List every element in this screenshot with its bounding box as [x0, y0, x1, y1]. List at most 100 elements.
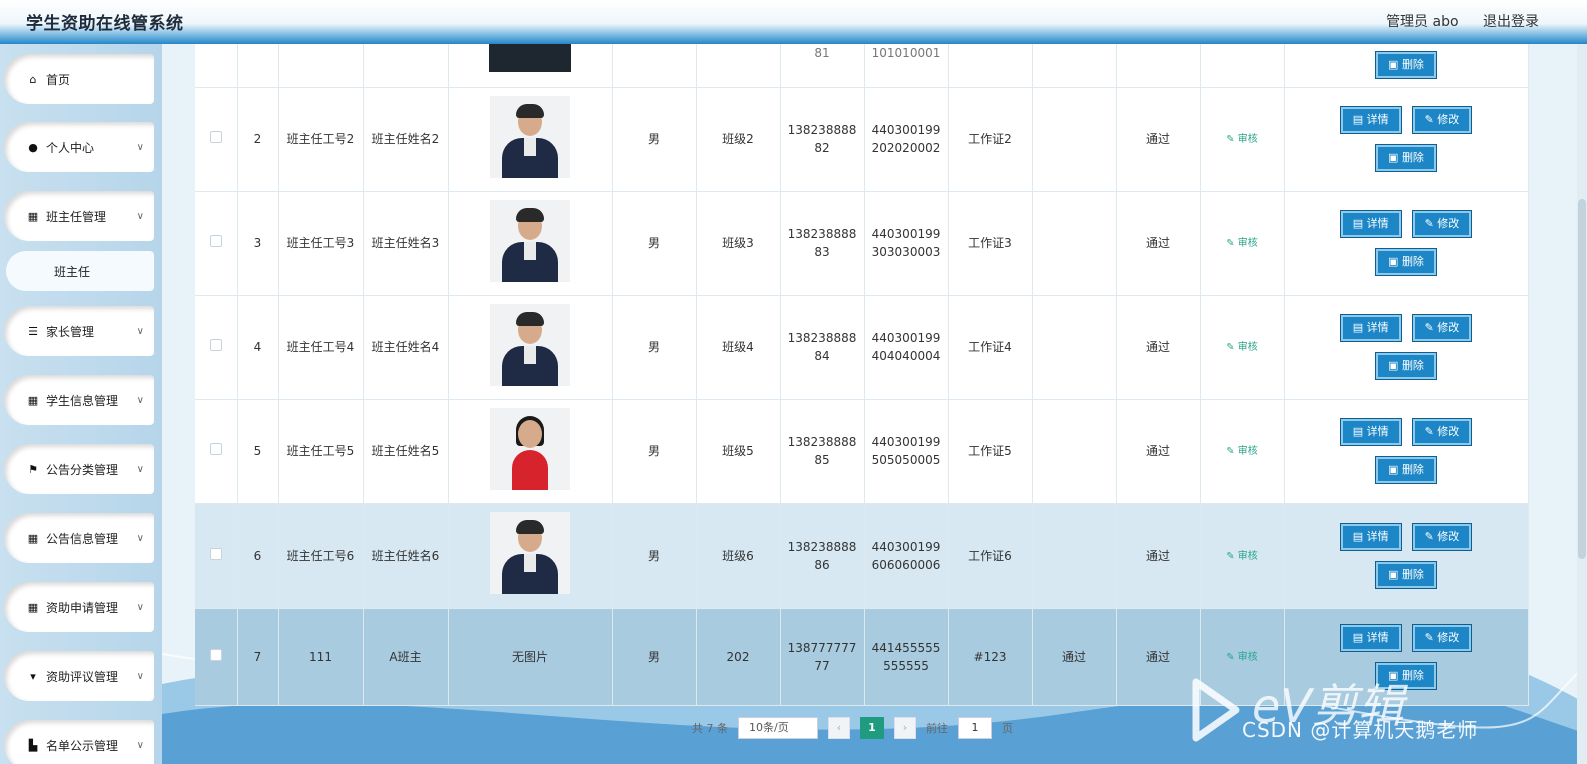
row-checkbox[interactable]: [209, 235, 222, 247]
row-checkbox[interactable]: [209, 339, 222, 351]
cert-cell: 工作证4: [948, 295, 1033, 400]
delete-button[interactable]: ▣ 删除: [1375, 352, 1437, 380]
gender-cell: 男: [612, 87, 697, 192]
sidebar-item-label: 班主任管理: [46, 209, 107, 224]
grid-icon: ▦: [27, 209, 39, 223]
phone-cell: 138777777 77: [780, 608, 865, 706]
table-row: 5 班主任工号5 班主任姓名5 男 班级5 138238888 85 440300…: [195, 399, 1529, 504]
status-cell: [1032, 399, 1117, 504]
sidebar-item-label: 学生信息管理: [46, 393, 119, 408]
status-cell: [1032, 191, 1117, 296]
status-cell: [1032, 295, 1117, 400]
class-cell: 班级6: [696, 503, 781, 609]
cert-cell: 工作证3: [948, 191, 1033, 296]
page-number-current[interactable]: 1: [860, 717, 884, 739]
row-checkbox[interactable]: [209, 443, 222, 455]
sidebar-item-notice-category[interactable]: ⚑ 公告分类管理 ∨: [4, 444, 154, 494]
audit-link[interactable]: ✎ 审核: [1226, 134, 1258, 145]
teacher-no-cell: 111: [278, 608, 364, 706]
class-cell: 班级3: [696, 191, 781, 296]
main-content: 81 101010001 ▣ 删除 2 班主任工号2 班主任姓名2 男 班级2 …: [162, 44, 1587, 764]
row-checkbox[interactable]: [209, 131, 222, 143]
id-cell: 440300199 202020002: [864, 87, 949, 192]
delete-button[interactable]: ▣ 删除: [1375, 560, 1437, 589]
sidebar-item-label: 首页: [46, 72, 71, 87]
audit-link[interactable]: ✎ 审核: [1226, 446, 1258, 457]
detail-button[interactable]: ▤ 详情: [1339, 623, 1402, 652]
table-row: 2 班主任工号2 班主任姓名2 男 班级2 138238888 82 440300…: [195, 87, 1529, 192]
sidebar-item-label: 个人中心: [46, 140, 95, 155]
sidebar-item-student-mgmt[interactable]: ▦ 学生信息管理 ∨: [4, 375, 154, 425]
sidebar-item-aid-application[interactable]: ▦ 资助申请管理 ∨: [4, 582, 154, 632]
sidebar-item-profile[interactable]: ● 个人中心 ∨: [4, 122, 154, 172]
grid-icon: ▦: [27, 600, 39, 614]
sidebar-item-publicity[interactable]: ▙ 名单公示管理 ∨: [4, 720, 154, 764]
sidebar-item-teacher-mgmt[interactable]: ▦ 班主任管理 ∨: [4, 191, 154, 241]
sidebar-item-notice-info[interactable]: ▦ 公告信息管理 ∨: [4, 513, 154, 563]
row-index: 6: [237, 503, 279, 609]
chevron-down-icon: ∨: [136, 141, 144, 153]
chevron-left-icon: ‹: [836, 721, 842, 734]
goto-page-input[interactable]: 1: [958, 717, 992, 739]
id-cell: 441455555 555555: [864, 608, 949, 706]
next-page-button[interactable]: ›: [894, 717, 916, 739]
audit-link[interactable]: ✎ 审核: [1226, 238, 1258, 249]
teacher-table: 81 101010001 ▣ 删除 2 班主任工号2 班主任姓名2 男 班级2 …: [195, 44, 1529, 706]
document-icon: ▤: [1352, 321, 1367, 334]
page-size-select[interactable]: 10条/页: [738, 717, 818, 739]
phone-cell: 81: [780, 44, 865, 88]
chevron-right-icon: ›: [902, 721, 908, 734]
delete-button[interactable]: ▣ 删除: [1375, 144, 1437, 172]
teacher-name-cell: 班主任姓名2: [363, 87, 449, 192]
sidebar-item-aid-review[interactable]: ▾ 资助评议管理 ∨: [4, 651, 154, 701]
edit-icon: ✎: [1424, 321, 1438, 334]
teacher-name-cell: A班主: [363, 608, 449, 706]
edit-button[interactable]: ✎ 修改: [1411, 314, 1473, 342]
detail-button[interactable]: ▤ 详情: [1339, 314, 1402, 342]
edit-icon: ✎: [1226, 446, 1238, 457]
delete-button[interactable]: ▣ 删除: [1375, 456, 1437, 484]
row-checkbox[interactable]: [209, 648, 222, 661]
avatar: [490, 407, 570, 490]
sidebar-subitem-teacher[interactable]: 班主任: [6, 251, 154, 291]
row-checkbox[interactable]: [209, 547, 222, 560]
teacher-no-cell: 班主任工号4: [278, 295, 364, 400]
edit-icon: ✎: [1424, 630, 1438, 644]
prev-page-button[interactable]: ‹: [828, 717, 850, 739]
detail-button[interactable]: ▤ 详情: [1339, 418, 1402, 446]
edit-icon: ✎: [1226, 550, 1238, 562]
id-cell: 440300199 505050005: [864, 399, 949, 504]
edit-button[interactable]: ✎ 修改: [1411, 522, 1473, 551]
document-icon: ▤: [1352, 217, 1367, 230]
delete-button[interactable]: ▣ 删除: [1375, 248, 1437, 276]
page-scrollbar[interactable]: [1577, 44, 1587, 764]
user-area: 管理员 abo 退出登录: [1366, 11, 1539, 31]
detail-button[interactable]: ▤ 详情: [1339, 106, 1402, 134]
row-index: 7: [237, 608, 279, 706]
edit-icon: ✎: [1226, 342, 1238, 353]
detail-button[interactable]: ▤ 详情: [1339, 210, 1402, 238]
avatar: [490, 199, 570, 282]
sidebar-item-label: 资助申请管理: [46, 600, 119, 615]
delete-button[interactable]: ▣ 删除: [1375, 51, 1437, 80]
scrollbar-thumb[interactable]: [1578, 199, 1586, 559]
teacher-no-cell: 班主任工号2: [278, 87, 364, 192]
audit-link[interactable]: ✎ 审核: [1226, 652, 1258, 663]
document-icon: ▤: [1352, 529, 1367, 543]
edit-button[interactable]: ✎ 修改: [1411, 106, 1473, 134]
edit-button[interactable]: ✎ 修改: [1411, 418, 1473, 446]
edit-icon: ✎: [1226, 238, 1238, 249]
edit-button[interactable]: ✎ 修改: [1411, 210, 1473, 238]
row-index: 4: [237, 295, 279, 400]
sidebar-item-home[interactable]: ⌂ 首页: [4, 54, 154, 104]
logout-link[interactable]: 退出登录: [1483, 14, 1539, 30]
edit-button[interactable]: ✎ 修改: [1411, 623, 1473, 652]
chevron-up-icon: ∨: [136, 210, 144, 222]
audit-link[interactable]: ✎ 审核: [1226, 551, 1258, 562]
detail-button[interactable]: ▤ 详情: [1339, 522, 1402, 551]
teacher-no-cell: 班主任工号5: [278, 399, 364, 504]
sidebar-item-label: 资助评议管理: [46, 669, 119, 684]
sidebar-item-parent-mgmt[interactable]: ☰ 家长管理 ∨: [4, 306, 154, 356]
audit-link[interactable]: ✎ 审核: [1226, 342, 1258, 353]
document-icon: ▤: [1352, 113, 1367, 126]
